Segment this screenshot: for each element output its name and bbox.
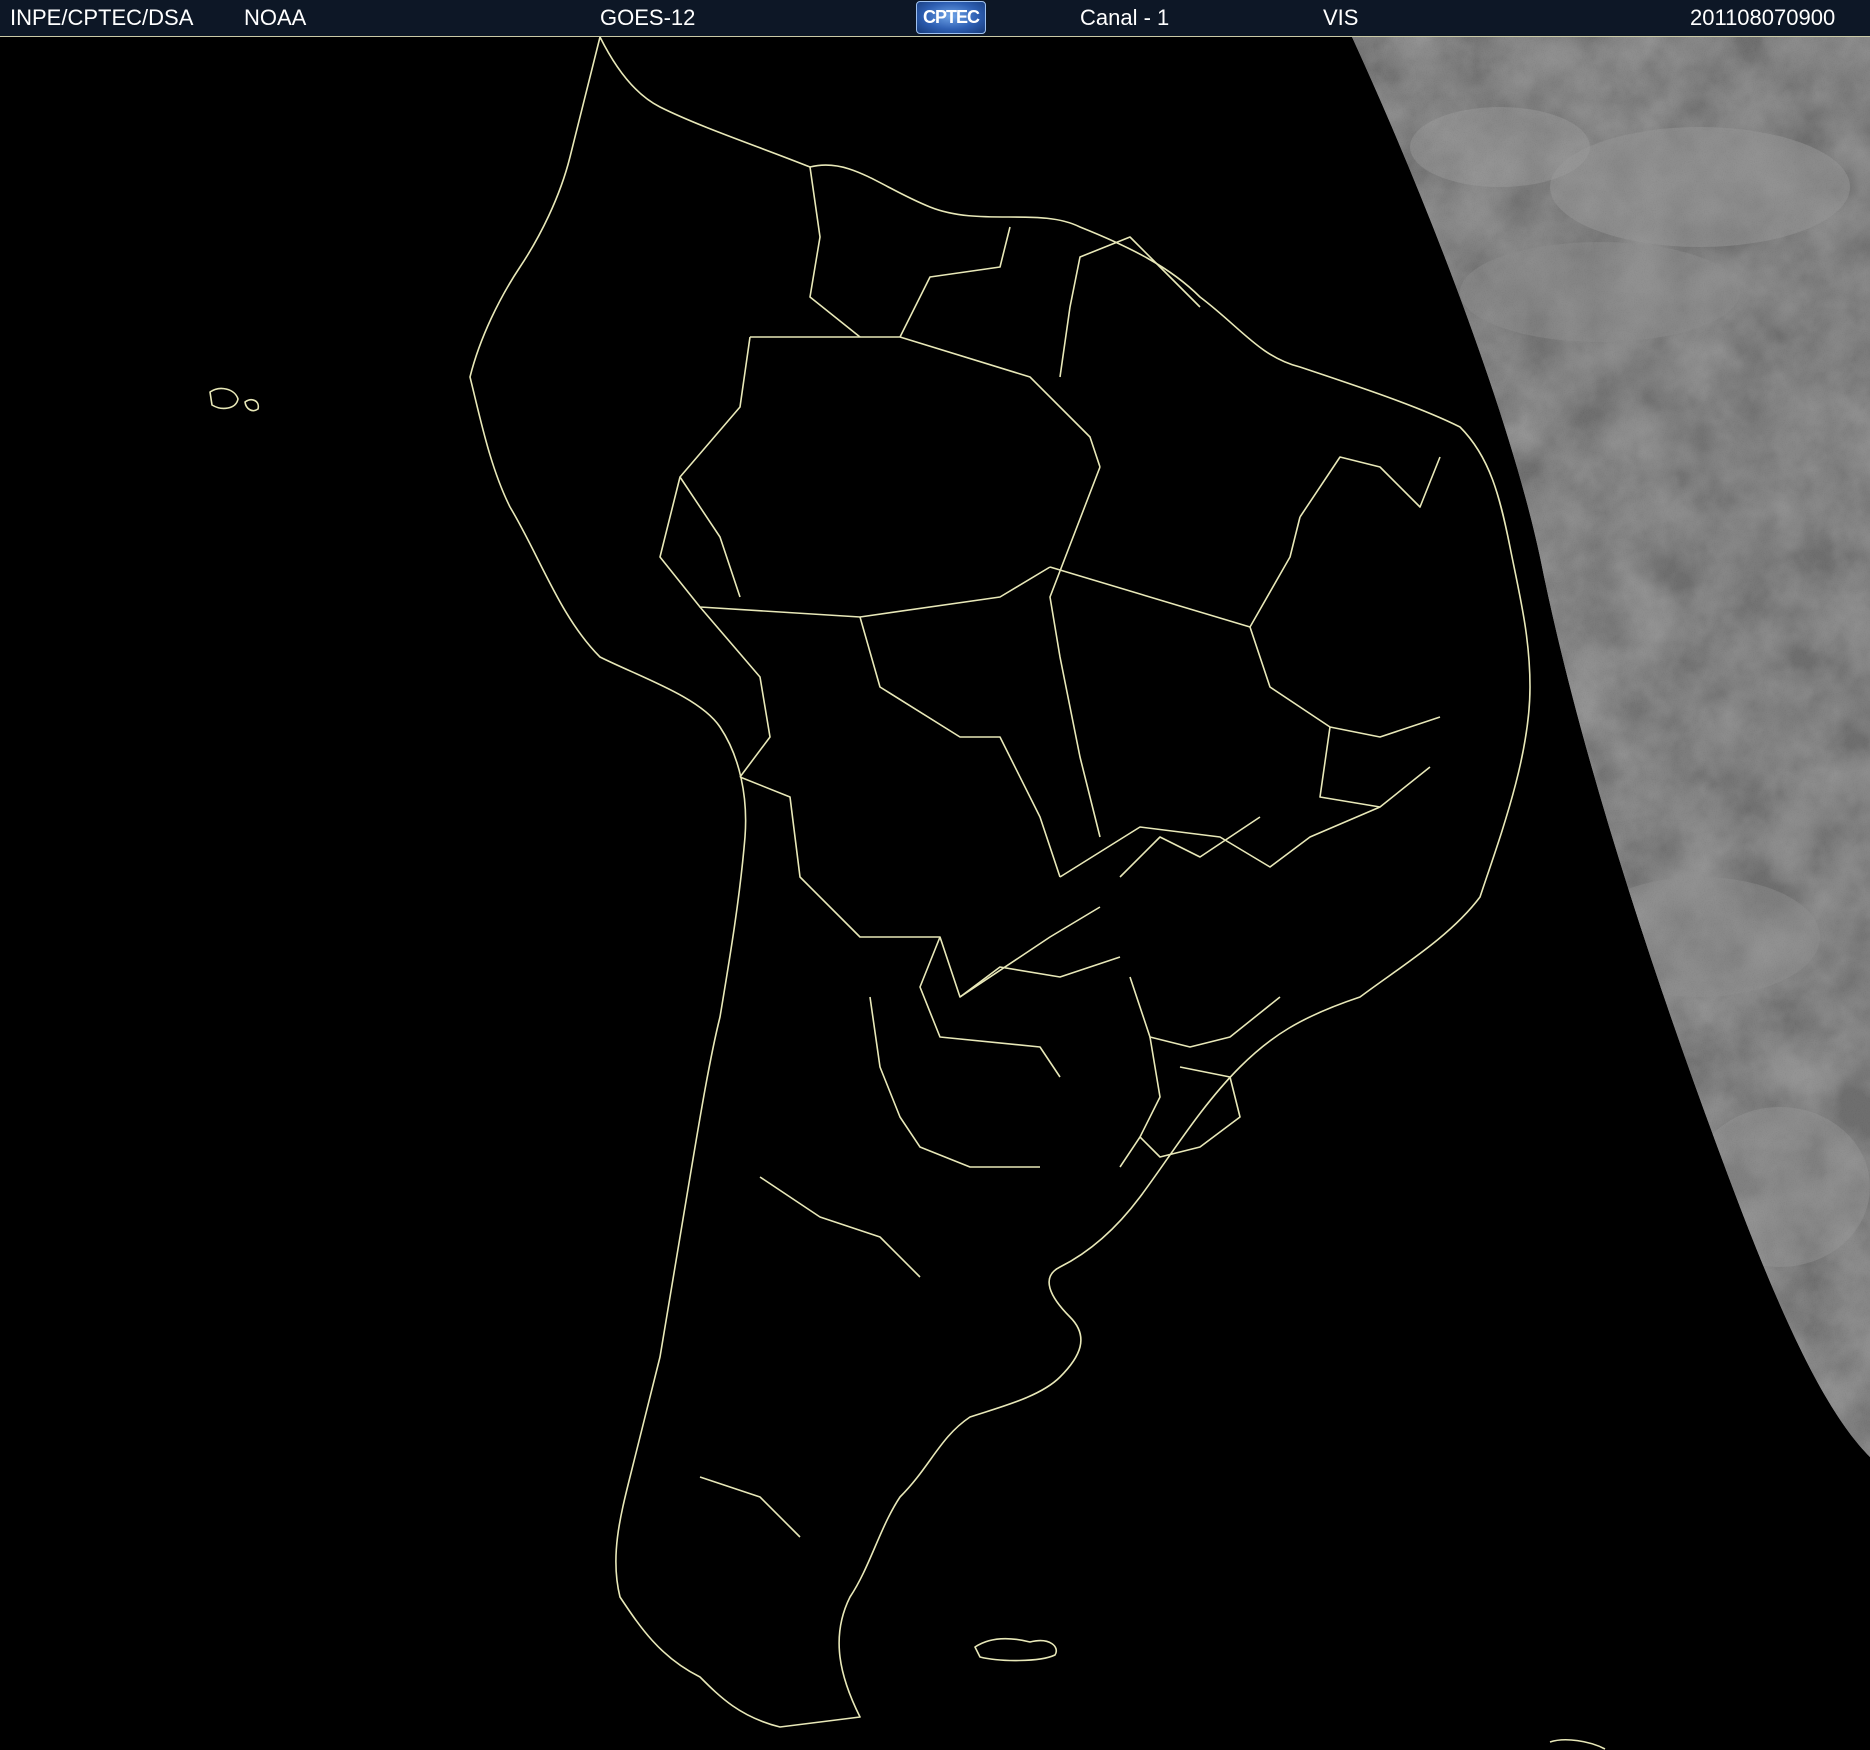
header-bar: INPE/CPTEC/DSA NOAA GOES-12 CPTEC Canal …	[0, 0, 1870, 37]
satellite-map	[0, 37, 1870, 1750]
logo-text: CPTEC	[922, 7, 980, 27]
channel-label: Canal - 1	[1080, 5, 1170, 30]
agency-label: INPE/CPTEC/DSA	[10, 5, 194, 30]
timestamp-label: 201108070900	[1690, 5, 1836, 30]
satellite-label: GOES-12	[600, 5, 696, 30]
band-label: VIS	[1323, 5, 1359, 30]
source-label: NOAA	[244, 5, 307, 30]
cptec-logo: CPTEC	[916, 1, 986, 34]
